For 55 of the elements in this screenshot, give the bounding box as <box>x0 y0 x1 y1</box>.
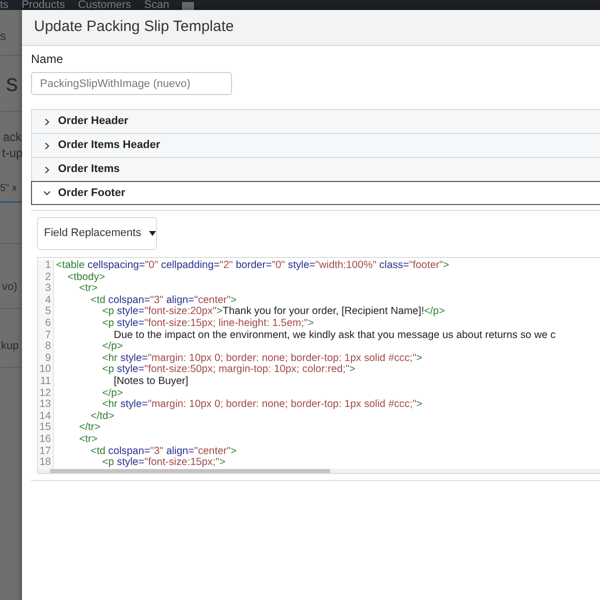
page-text: 5" x <box>0 183 17 195</box>
code-line: </p> <box>101 341 124 353</box>
line-number: 12 <box>39 388 51 400</box>
code-line: <td colspan="3" align="center"> <box>90 446 238 456</box>
nav-link[interactable]: ts <box>0 0 9 10</box>
code-line: Due to the impact on the environment, we kindly ask that you message us about returns so we c <box>112 330 556 342</box>
accordion-header[interactable]: Order Items <box>31 157 600 181</box>
code-line: <table cellspacing="0" cellpadding="2" border="0" style="width:100%" class="footer"> <box>56 260 450 272</box>
code-line: <hr style="margin: 10px 0; border: none; border-top: 1px solid #ccc;"> <box>101 399 424 411</box>
page-text: kup <box>0 339 19 353</box>
accordion-header[interactable]: Order Header <box>31 109 600 133</box>
accordion-header[interactable]: Order Items Header <box>31 133 600 157</box>
line-number: 8 <box>45 341 51 353</box>
line-number: 1 <box>45 260 51 272</box>
accordion-header[interactable]: Order Footer <box>31 181 600 205</box>
line-number: 13 <box>39 399 51 411</box>
line-number: 10 <box>39 364 51 376</box>
line-number: 15 <box>39 422 51 434</box>
line-number: 7 <box>45 330 51 342</box>
dialog-title: Update Packing Slip Template <box>34 17 234 38</box>
code-line: <p style="font-size:15px; line-height: 1.5em;"> <box>101 318 315 330</box>
page-text: s <box>0 28 6 41</box>
code-line: [Notes to Buyer] <box>112 376 190 388</box>
field-replacements-dropdown[interactable]: Field Replacements <box>37 217 157 250</box>
page-text: t-up <box>1 145 23 161</box>
line-number: 11 <box>40 376 51 388</box>
field-label: Name <box>31 52 64 66</box>
line-number: 9 <box>45 352 51 364</box>
code-line: <tbody> <box>66 272 106 284</box>
page-heading: s <box>5 71 18 97</box>
line-number: 2 <box>45 272 51 284</box>
code-line: <p style="font-size:50px; margin-top: 10px; color:red;"> <box>101 364 356 376</box>
line-number: 6 <box>45 318 51 330</box>
page-text: ack <box>2 129 22 145</box>
line-number: 3 <box>45 283 51 295</box>
code-line: <tr> <box>78 434 99 446</box>
name-field[interactable]: PackingSlipWithImage (nuevo) <box>31 72 232 95</box>
code-line: <p style="font-size:15px;"> <box>101 457 226 469</box>
line-number: 5 <box>45 306 51 318</box>
code-line: <td colspan="3" align="center"> <box>90 294 238 306</box>
code-line: <tr> <box>78 283 99 295</box>
nav-link[interactable]: Scan <box>144 0 170 10</box>
line-number: 17 <box>39 446 51 458</box>
line-number: 18 <box>39 457 51 469</box>
page-text: vo) <box>1 280 18 294</box>
code-line: </p> <box>101 388 124 400</box>
code-line: </td> <box>90 410 116 422</box>
code-line: <hr style="margin: 10px 0; border: none; border-top: 1px solid #ccc;"> <box>101 352 424 364</box>
code-line: <p style="font-size:20px">Thank you for your order, [Recipient Name]!</p> <box>101 306 446 318</box>
line-number: 16 <box>39 434 51 446</box>
nav-link[interactable]: Customers <box>78 0 132 10</box>
nav-link[interactable]: Products <box>22 0 65 10</box>
code-line: </tr> <box>78 422 102 434</box>
line-number: 4 <box>45 294 51 306</box>
line-number: 14 <box>39 410 51 422</box>
